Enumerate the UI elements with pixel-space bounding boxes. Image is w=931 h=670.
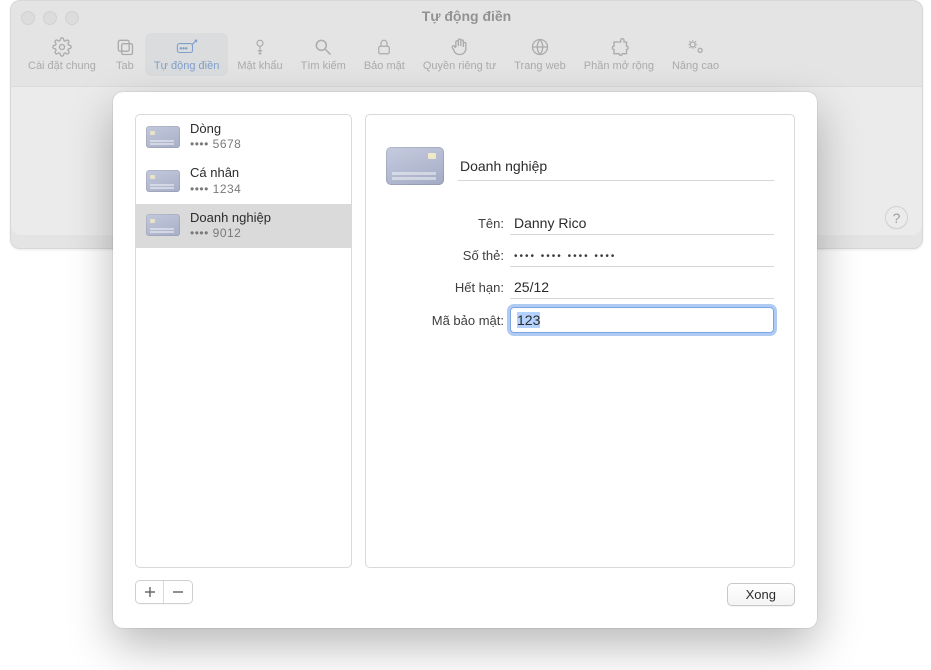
add-remove-controls [135,580,193,604]
credit-card-icon [386,147,444,185]
card-item-number: •••• 9012 [190,226,271,241]
credit-cards-sheet: Dòng •••• 5678 Cá nhân •••• 1234 Doanh n… [113,92,817,628]
card-item-name: Doanh nghiệp [190,210,271,226]
credit-card-icon [146,214,180,236]
name-label: Tên: [386,216,504,231]
done-button-label: Xong [746,587,776,602]
remove-card-button[interactable] [164,581,192,603]
add-card-button[interactable] [136,581,164,603]
expiry-field[interactable] [510,275,774,299]
card-description-field[interactable] [458,152,774,181]
minus-icon [172,586,184,598]
credit-card-icon [146,170,180,192]
card-list-item[interactable]: Dòng •••• 5678 [136,115,351,159]
plus-icon [144,586,156,598]
expiry-label: Hết hạn: [386,280,504,295]
card-item-name: Dòng [190,121,241,137]
card-list-item[interactable]: Doanh nghiệp •••• 9012 [136,204,351,248]
credit-card-icon [146,126,180,148]
cardholder-name-field[interactable] [510,211,774,235]
card-number-field[interactable] [510,243,774,267]
card-list: Dòng •••• 5678 Cá nhân •••• 1234 Doanh n… [135,114,352,568]
security-code-field[interactable] [510,307,774,333]
number-label: Số thẻ: [386,248,504,263]
cvv-label: Mã bảo mật: [386,313,504,328]
done-button[interactable]: Xong [727,583,795,606]
card-item-name: Cá nhân [190,165,241,181]
card-detail-panel: Tên: Số thẻ: Hết hạn: Mã bảo mật: [365,114,795,568]
card-item-number: •••• 5678 [190,137,241,152]
card-list-item[interactable]: Cá nhân •••• 1234 [136,159,351,203]
card-item-number: •••• 1234 [190,182,241,197]
